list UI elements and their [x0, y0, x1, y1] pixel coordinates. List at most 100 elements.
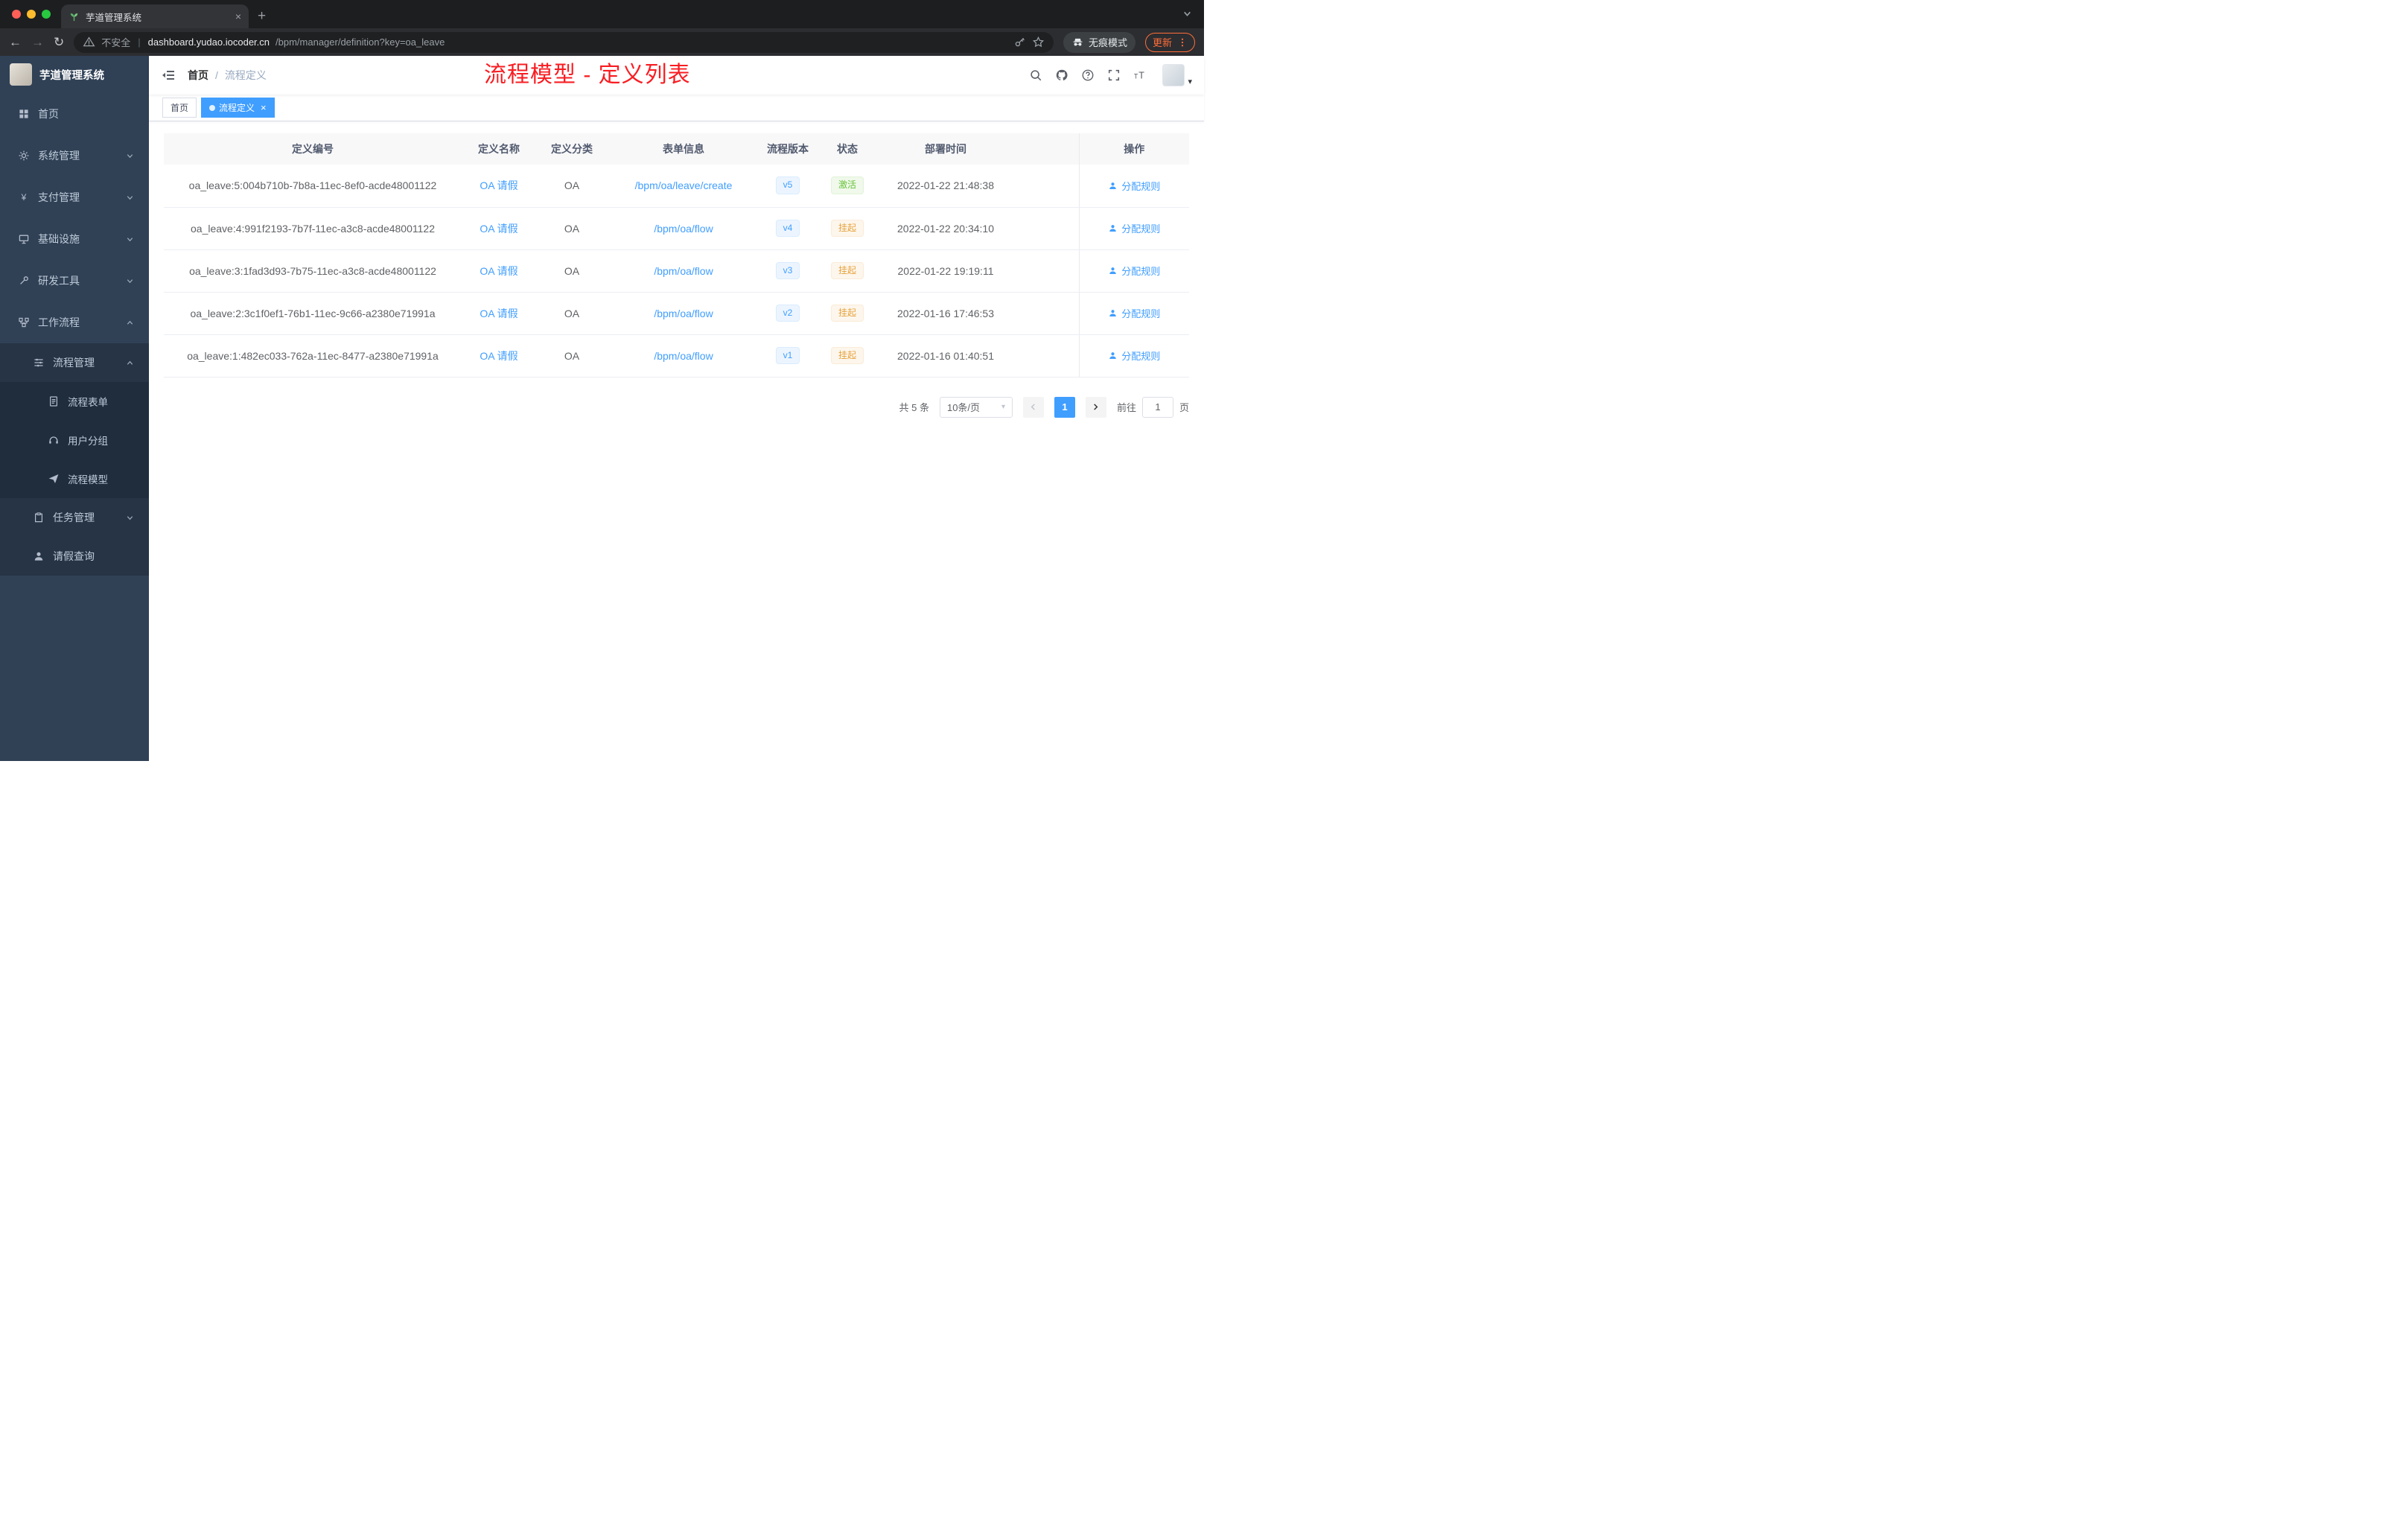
assign-rule-button[interactable]: 分配规则 — [1108, 221, 1160, 235]
next-page-button[interactable] — [1085, 396, 1106, 418]
sidebar-item-label: 流程模型 — [68, 474, 108, 485]
tab-title: 芋道管理系统 — [86, 12, 142, 23]
status-badge: 挂起 — [830, 261, 864, 280]
table-row: oa_leave:3:1fad3d93-7b75-11ec-a3c8-acde4… — [164, 249, 1189, 293]
action-label: 分配规则 — [1121, 266, 1161, 277]
sidebar-item-system[interactable]: 系统管理 — [0, 135, 149, 176]
sidebar-item-leave-query[interactable]: 请假查询 — [0, 537, 149, 576]
payment-icon: ¥ — [21, 192, 27, 203]
col-header-id: 定义编号 — [164, 133, 462, 165]
new-tab-icon[interactable]: + — [258, 8, 266, 25]
definition-name-link[interactable]: OA 请假 — [480, 179, 517, 191]
key-icon[interactable] — [1013, 36, 1026, 48]
forward-icon[interactable]: → — [31, 36, 44, 48]
cell-id: oa_leave:4:991f2193-7b7f-11ec-a3c8-acde4… — [164, 207, 462, 250]
definition-name-link[interactable]: OA 请假 — [480, 308, 517, 319]
assign-rule-button[interactable]: 分配规则 — [1108, 348, 1160, 363]
table-header-row: 定义编号 定义名称 定义分类 表单信息 流程版本 状态 部署时间 操作 — [164, 133, 1189, 165]
search-icon[interactable] — [1029, 69, 1042, 82]
traffic-lights — [12, 10, 51, 19]
sidebar-item-user-group[interactable]: 用户分组 — [0, 421, 149, 459]
close-icon[interactable]: × — [261, 102, 267, 113]
svg-text:T: T — [1139, 71, 1145, 81]
sidebar-item-process-manage[interactable]: 流程管理 — [0, 343, 149, 382]
security-label[interactable]: 不安全 — [101, 35, 130, 49]
definition-name-link[interactable]: OA 请假 — [480, 350, 517, 362]
definition-table: 定义编号 定义名称 定义分类 表单信息 流程版本 状态 部署时间 操作 oa_l… — [164, 133, 1189, 378]
sidebar-logo[interactable]: 芋道管理系统 — [0, 56, 149, 93]
incognito-label: 无痕模式 — [1088, 37, 1127, 48]
sidebar-item-devtools[interactable]: 研发工具 — [0, 260, 149, 302]
cell-category: OA — [536, 207, 608, 250]
minimize-window-button[interactable] — [27, 10, 36, 19]
chevron-down-icon: ▾ — [1001, 403, 1005, 411]
dashboard-icon — [19, 109, 28, 118]
sidebar-item-task-manage[interactable]: 任务管理 — [0, 498, 149, 537]
action-label: 分配规则 — [1121, 223, 1161, 235]
breadcrumb-home[interactable]: 首页 — [188, 68, 208, 83]
breadcrumb-separator: / — [215, 69, 218, 81]
sidebar-item-home[interactable]: 首页 — [0, 93, 149, 135]
sidebar-item-label: 基础设施 — [38, 233, 80, 245]
chevron-down-icon — [127, 153, 133, 158]
tags-view: 首页 流程定义 × — [149, 95, 1204, 121]
definition-name-link[interactable]: OA 请假 — [480, 265, 517, 277]
address-bar[interactable]: 不安全 | dashboard.yudao.iocoder.cn/bpm/man… — [74, 31, 1054, 53]
user-menu[interactable]: ▾ — [1162, 64, 1192, 86]
assign-rule-button[interactable]: 分配规则 — [1108, 179, 1160, 193]
status-badge: 挂起 — [830, 304, 864, 322]
fold-icon[interactable] — [161, 68, 176, 83]
close-window-button[interactable] — [12, 10, 21, 19]
tag-process-definition[interactable]: 流程定义 × — [201, 98, 275, 118]
github-icon[interactable] — [1055, 69, 1068, 82]
cell-deploy-time: 2022-01-22 19:19:11 — [879, 249, 1013, 293]
cell-filler — [1013, 292, 1079, 335]
incognito-icon — [1073, 38, 1083, 46]
page-unit-label: 页 — [1179, 402, 1189, 413]
caret-down-icon: ▾ — [1188, 77, 1192, 86]
chevron-up-icon — [127, 320, 133, 325]
form-link[interactable]: /bpm/oa/flow — [654, 350, 713, 362]
process-model-icon — [48, 474, 59, 483]
sidebar-item-workflow[interactable]: 工作流程 — [0, 302, 149, 343]
assign-rule-button[interactable]: 分配规则 — [1108, 264, 1160, 278]
gear-icon — [19, 150, 29, 161]
font-size-icon[interactable]: TT — [1133, 69, 1147, 82]
form-link[interactable]: /bpm/oa/flow — [654, 308, 713, 319]
tabstrip-chevron-icon[interactable] — [1182, 9, 1192, 19]
fullscreen-icon[interactable] — [1107, 69, 1121, 82]
back-icon[interactable]: ← — [9, 36, 22, 48]
incognito-profile-chip[interactable]: 无痕模式 — [1063, 31, 1135, 53]
tab-close-icon[interactable]: × — [235, 10, 241, 22]
definition-name-link[interactable]: OA 请假 — [480, 223, 517, 235]
form-link[interactable]: /bpm/oa/flow — [654, 223, 713, 235]
goto-page-input[interactable] — [1141, 396, 1173, 418]
question-icon[interactable] — [1081, 69, 1095, 82]
table-row: oa_leave:4:991f2193-7b7f-11ec-a3c8-acde4… — [164, 207, 1189, 250]
cell-deploy-time: 2022-01-22 21:48:38 — [879, 165, 1013, 208]
sidebar-item-process-model[interactable]: 流程模型 — [0, 459, 149, 498]
chrome-update-button[interactable]: 更新 — [1144, 32, 1195, 52]
reload-icon[interactable]: ↻ — [54, 36, 64, 48]
prev-page-button[interactable] — [1022, 396, 1044, 418]
sidebar-item-label: 流程表单 — [68, 397, 108, 408]
version-badge: v2 — [775, 304, 800, 322]
sidebar-item-infrastructure[interactable]: 基础设施 — [0, 218, 149, 260]
current-page[interactable]: 1 — [1054, 396, 1075, 418]
sidebar-item-process-form[interactable]: 流程表单 — [0, 382, 149, 421]
chevron-down-icon — [127, 195, 133, 200]
zoom-window-button[interactable] — [42, 10, 51, 19]
sidebar-item-payment[interactable]: ¥ 支付管理 — [0, 176, 149, 218]
status-badge: 挂起 — [830, 219, 864, 238]
browser-tab[interactable]: 芋道管理系统 × — [61, 4, 249, 28]
version-badge: v3 — [775, 261, 800, 280]
form-link[interactable]: /bpm/oa/flow — [654, 265, 713, 277]
menu-dots-icon[interactable] — [1177, 37, 1188, 48]
sidebar-item-label: 工作流程 — [38, 316, 80, 328]
form-link[interactable]: /bpm/oa/leave/create — [635, 179, 733, 191]
devtools-icon — [20, 276, 28, 284]
page-size-select[interactable]: 10条/页 ▾ — [939, 396, 1013, 418]
star-icon[interactable] — [1032, 36, 1045, 48]
assign-rule-button[interactable]: 分配规则 — [1108, 306, 1160, 320]
tag-home[interactable]: 首页 — [162, 98, 197, 118]
